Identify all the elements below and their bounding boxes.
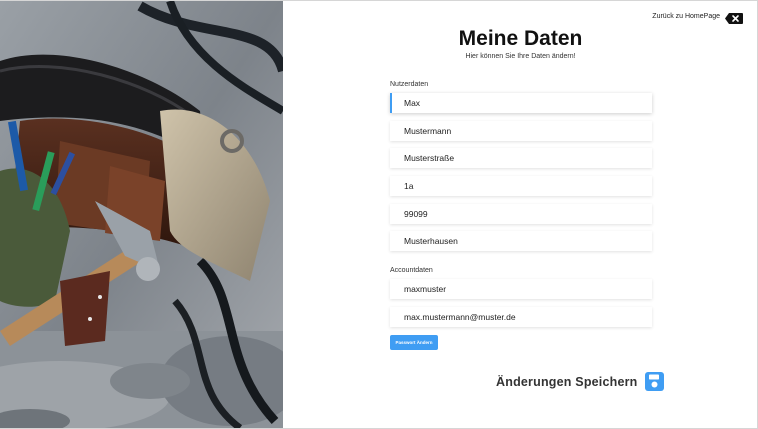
- save-changes-label: Änderungen Speichern: [496, 374, 638, 389]
- city-input[interactable]: [392, 231, 652, 251]
- change-password-button[interactable]: Passwort Ändern: [390, 335, 438, 350]
- account-data-section-label: Accountdaten: [390, 267, 433, 274]
- street-input[interactable]: [392, 148, 652, 168]
- postal-code-field[interactable]: [390, 204, 652, 224]
- save-changes-button[interactable]: Änderungen Speichern: [496, 372, 664, 391]
- floppy-disk-icon[interactable]: [644, 372, 664, 391]
- email-input[interactable]: [392, 307, 652, 327]
- last-name-input[interactable]: [392, 121, 652, 141]
- email-field[interactable]: [390, 307, 652, 327]
- username-field[interactable]: [390, 279, 652, 299]
- page-title: Meine Daten: [458, 27, 583, 50]
- username-input[interactable]: [392, 279, 652, 299]
- back-to-homepage-link[interactable]: Zurück zu HomePage: [652, 11, 743, 24]
- street-field[interactable]: [390, 148, 652, 168]
- tool-belt-image: [0, 1, 283, 428]
- first-name-input[interactable]: [392, 93, 652, 113]
- city-field[interactable]: [390, 231, 652, 251]
- first-name-field[interactable]: [390, 93, 652, 113]
- house-number-input[interactable]: [392, 176, 652, 196]
- last-name-field[interactable]: [390, 121, 652, 141]
- user-data-section-label: Nutzerdaten: [390, 81, 429, 88]
- house-number-field[interactable]: [390, 176, 652, 196]
- page-subtitle: Hier können Sie Ihre Daten ändern!: [465, 53, 576, 60]
- close-icon[interactable]: [725, 11, 743, 24]
- back-link-label: Zurück zu HomePage: [652, 13, 720, 20]
- postal-code-input[interactable]: [392, 204, 652, 224]
